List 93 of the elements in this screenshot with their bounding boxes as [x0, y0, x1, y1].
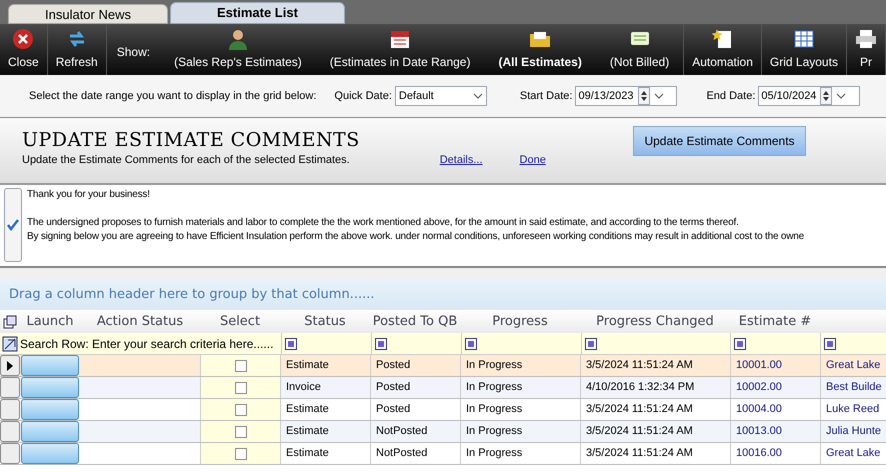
table-cell-text: In Progress [466, 446, 522, 462]
table-cell-text: Estimate [286, 424, 329, 440]
tab[interactable]: Insulator News [8, 4, 168, 24]
table-cell-text: Posted [376, 402, 410, 418]
select-checkbox[interactable] [234, 404, 246, 416]
table-cell-text: 3/5/2024 11:51:24 AM [586, 424, 693, 440]
toolbar-button[interactable]: (All Estimates) [484, 24, 596, 75]
caret-icon[interactable] [654, 93, 664, 99]
filter-operator-icon[interactable] [464, 338, 477, 350]
spin-icon[interactable] [638, 87, 650, 105]
column-chooser-icon[interactable] [3, 314, 17, 328]
launch-button[interactable] [21, 399, 79, 420]
select-checkbox[interactable] [234, 426, 246, 438]
grid-row[interactable]: Estimate Posted In Progress 3/5/2024 11:51:24 AM 10001.00 Great Lake [0, 355, 886, 377]
column-header[interactable]: Estimate # [738, 312, 812, 332]
column-header[interactable]: Progress [492, 312, 548, 332]
table-cell-text: Julia Hunte [826, 424, 882, 440]
spin-icon[interactable] [820, 87, 832, 105]
table-cell-text: Best Builde [826, 380, 882, 396]
end-date-label: End Date: [706, 88, 756, 104]
select-checkbox[interactable] [234, 382, 246, 394]
table-cell-text: Posted [376, 380, 410, 396]
table-cell-text: Estimate [286, 446, 329, 462]
table-cell-text: 3/5/2024 11:51:24 AM [586, 358, 693, 374]
filter-operator-icon[interactable] [734, 338, 746, 350]
table-cell-text: 10002.00 [736, 380, 782, 396]
table-cell-text: In Progress [466, 402, 522, 418]
group-by-hint: Drag a column header here to group by that column...... [9, 286, 374, 304]
person-icon [226, 28, 249, 50]
start-date-label: Start Date: [520, 88, 572, 104]
comment-checkbox[interactable] [4, 188, 22, 262]
launch-button[interactable] [21, 421, 79, 442]
filter-operator-icon[interactable] [584, 338, 597, 350]
row-selector[interactable] [0, 355, 20, 376]
launch-button[interactable] [21, 443, 79, 464]
column-header[interactable]: Progress Changed [596, 312, 714, 332]
table-cell-text: 10013.00 [736, 424, 782, 440]
details-link[interactable]: Details... [440, 152, 483, 168]
table-cell-text: 3/5/2024 11:51:24 AM [586, 402, 693, 418]
table-cell-text: In Progress [466, 380, 522, 396]
select-checkbox[interactable] [234, 448, 246, 460]
table-cell-text: 10004.00 [736, 402, 782, 418]
column-header[interactable]: Action Status [96, 312, 184, 332]
grid-row[interactable]: Estimate NotPosted In Progress 3/5/2024 11:51:24 AM 10016.00 Great Lake [0, 443, 886, 465]
printer-icon [854, 28, 877, 50]
filter-operator-icon[interactable] [375, 338, 388, 350]
close-icon [12, 28, 34, 50]
table-cell-text: Estimate [286, 402, 329, 418]
column-header[interactable]: Select [220, 312, 260, 332]
checkmark-icon [7, 219, 19, 231]
filter-operator-icon[interactable] [285, 338, 298, 350]
caret-icon[interactable] [472, 93, 483, 99]
date-range-prompt: Select the date range you want to display in the grid below: [29, 88, 316, 104]
grid-row[interactable]: Invoice Posted In Progress 4/10/2016 1:32:34 PM 10002.00 Best Builde [0, 377, 886, 399]
table-cell-text: Great Lake [826, 358, 880, 374]
document-star-icon [712, 28, 734, 50]
current-row-icon [7, 360, 13, 370]
table-cell-text: Great Lake [826, 446, 880, 462]
show-label: Show: [116, 44, 152, 61]
start-date-field[interactable]: 09/13/2023 [575, 86, 678, 106]
grid-row[interactable]: Estimate NotPosted In Progress 3/5/2024 11:51:24 AM 10013.00 Julia Hunte [0, 421, 886, 443]
table-cell-text: 3/5/2024 11:51:24 AM [586, 446, 693, 462]
select-checkbox[interactable] [234, 360, 246, 372]
table-cell-text: In Progress [466, 424, 522, 440]
end-date-field[interactable]: 05/10/2024 [758, 86, 860, 106]
table-cell-text: NotPosted [376, 446, 428, 462]
update-comments-button[interactable]: Update Estimate Comments [633, 126, 806, 156]
table-cell-text: Luke Reed [826, 402, 880, 418]
table-cell-text: 10016.00 [736, 446, 782, 462]
tab[interactable]: Estimate List [170, 2, 345, 24]
table-cell-text: Estimate [286, 358, 329, 374]
toolbar-button[interactable]: (Sales Rep's Estimates) [160, 24, 316, 75]
quick-date-dropdown[interactable]: Default [394, 86, 487, 106]
caret-icon[interactable] [836, 93, 846, 99]
table-cell-text: In Progress [466, 358, 522, 374]
table-cell-text: 10001.00 [736, 358, 782, 374]
column-header[interactable]: Posted To QB [372, 312, 458, 332]
column-header[interactable]: Status [304, 312, 346, 332]
table-cell-text: NotPosted [376, 424, 428, 440]
filter-operator-icon[interactable] [824, 338, 836, 350]
table-cell-text: Invoice [286, 380, 321, 396]
column-header[interactable]: Launch [26, 312, 74, 332]
toolbar-button[interactable]: (Estimates in Date Range) [316, 24, 484, 75]
done-link[interactable]: Done [520, 152, 546, 168]
panel-title: UPDATE ESTIMATE COMMENTS [22, 128, 360, 153]
grid-icon [792, 28, 815, 50]
grid-row[interactable]: Estimate Posted In Progress 3/5/2024 11:51:24 AM 10004.00 Luke Reed [0, 399, 886, 421]
table-cell-text: Posted [376, 358, 410, 374]
panel-description: Update the Estimate Comments for each of the selected Estimates. [22, 153, 350, 168]
table-cell-text: 4/10/2016 1:32:34 PM [586, 380, 694, 396]
quick-date-label: Quick Date: [334, 88, 392, 104]
calendar-icon [389, 28, 412, 50]
search-row-icon [2, 336, 18, 352]
